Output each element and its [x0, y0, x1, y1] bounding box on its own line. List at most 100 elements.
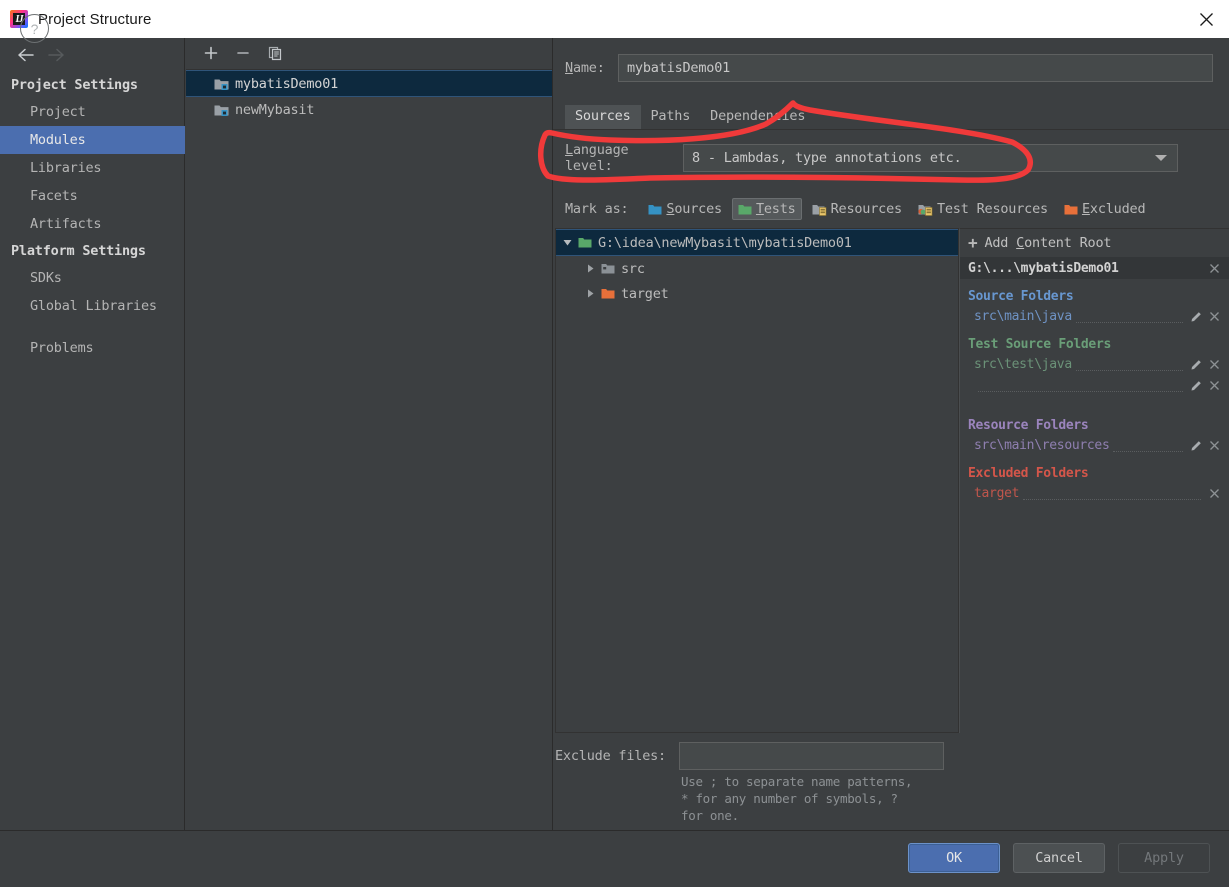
- chevron-right-icon[interactable]: [579, 288, 601, 299]
- navigation-arrows: [0, 38, 185, 72]
- sidebar-item-problems[interactable]: Problems: [0, 334, 185, 362]
- remove-path-button[interactable]: [1205, 311, 1223, 322]
- section-title-excluded-folders: Excluded Folders: [968, 466, 1089, 481]
- remove-content-root-button[interactable]: [1205, 263, 1223, 274]
- path-dots: [978, 380, 1183, 392]
- remove-path-button[interactable]: [1205, 440, 1223, 451]
- mark-as-tests-label: Tests: [755, 201, 796, 217]
- mark-as-tests-button[interactable]: Tests: [731, 198, 802, 220]
- module-name-value: mybatisDemo01: [627, 60, 731, 76]
- tree-row-src[interactable]: src: [556, 256, 958, 281]
- tree-row-label: G:\idea\newMybasit\mybatisDemo01: [598, 234, 852, 251]
- path-dots: [1075, 359, 1183, 371]
- module-item-label: newMybasit: [235, 101, 315, 118]
- mark-as-test-resources-button[interactable]: Test Resources: [912, 198, 1054, 220]
- tree-row-target[interactable]: target: [556, 281, 958, 306]
- remove-path-button[interactable]: [1205, 488, 1223, 499]
- language-level-label: Language level:: [565, 142, 629, 174]
- apply-button[interactable]: Apply: [1118, 843, 1210, 873]
- module-toolbar: [185, 38, 552, 68]
- mark-as-excluded-button[interactable]: Excluded: [1058, 198, 1151, 220]
- module-item-label: mybatisDemo01: [235, 75, 339, 92]
- exclude-files-label: Exclude files:: [555, 748, 666, 764]
- sidebar-group-project-settings: Project Settings: [11, 77, 138, 93]
- sidebar-item-modules[interactable]: Modules: [0, 126, 185, 154]
- close-window-button[interactable]: [1183, 0, 1229, 38]
- chevron-down-icon[interactable]: [556, 237, 578, 248]
- sidebar-item-artifacts[interactable]: Artifacts: [0, 210, 185, 238]
- title-bar: IJ Project Structure: [0, 0, 1229, 38]
- module-name-row: Name: mybatisDemo01: [553, 53, 1229, 83]
- tests-folder-icon: [738, 203, 752, 216]
- sidebar-group-platform-settings: Platform Settings: [11, 243, 146, 259]
- path-row-test-source[interactable]: src\test\java: [960, 354, 1229, 375]
- forward-button[interactable]: [41, 42, 71, 68]
- path-row-excluded[interactable]: target: [960, 483, 1229, 504]
- pencil-icon[interactable]: [1187, 380, 1205, 392]
- remove-path-button[interactable]: [1205, 380, 1223, 391]
- pencil-icon[interactable]: [1187, 440, 1205, 452]
- window-title: Project Structure: [38, 10, 152, 28]
- exclude-files-row: Exclude files:: [553, 741, 1229, 771]
- test-resources-folder-icon: [918, 203, 933, 216]
- sidebar-item-libraries[interactable]: Libraries: [0, 154, 185, 182]
- path-label: src\main\java: [974, 309, 1072, 324]
- green-folder-icon: [578, 236, 592, 249]
- mark-as-resources-button[interactable]: Resources: [806, 198, 908, 220]
- remove-module-button[interactable]: [229, 41, 257, 65]
- mark-as-test-resources-label: Test Resources: [936, 201, 1048, 217]
- pencil-icon[interactable]: [1187, 311, 1205, 323]
- intellij-idea-logo-icon: IJ: [10, 10, 28, 28]
- chevron-right-icon[interactable]: [579, 263, 601, 274]
- mark-as-row: Mark as: Sources Tests Resources Test Re…: [553, 196, 1229, 222]
- back-button[interactable]: [11, 42, 41, 68]
- tab-paths[interactable]: Paths: [641, 105, 701, 129]
- copy-module-button[interactable]: [261, 41, 289, 65]
- settings-nav-list: Project Settings Project Modules Librari…: [0, 72, 185, 362]
- sidebar-item-facets[interactable]: Facets: [0, 182, 185, 210]
- tab-dependencies[interactable]: Dependencies: [700, 105, 815, 129]
- mark-as-resources-label: Resources: [830, 201, 903, 217]
- exclude-files-hint: Use ; to separate name patterns, * for a…: [681, 774, 913, 823]
- section-title-source-folders: Source Folders: [968, 289, 1074, 304]
- module-item-newmybasit[interactable]: newMybasit: [186, 97, 552, 122]
- tree-row-label: target: [621, 285, 669, 302]
- module-item-mybatisdemo01[interactable]: mybatisDemo01: [186, 70, 552, 97]
- plus-icon: +: [968, 233, 978, 252]
- orange-folder-icon: [601, 287, 615, 300]
- add-content-root-button[interactable]: + Add Content Root: [960, 229, 1229, 257]
- tree-row-label: src: [621, 260, 645, 277]
- add-module-button[interactable]: [197, 41, 225, 65]
- tab-sources[interactable]: Sources: [565, 105, 641, 129]
- remove-path-button[interactable]: [1205, 359, 1223, 370]
- exclude-files-input[interactable]: [679, 742, 944, 770]
- path-label: src\test\java: [974, 357, 1072, 372]
- language-level-value: 8 - Lambdas, type annotations etc.: [692, 150, 962, 166]
- content-root-tree: G:\idea\newMybasit\mybatisDemo01 src tar…: [555, 228, 959, 733]
- ok-button[interactable]: OK: [908, 843, 1000, 873]
- sidebar-item-global-libraries[interactable]: Global Libraries: [0, 292, 185, 320]
- content-roots-panel: + Add Content Root G:\...\mybatisDemo01 …: [959, 228, 1229, 733]
- tree-row-content-root[interactable]: G:\idea\newMybasit\mybatisDemo01: [556, 229, 958, 256]
- path-row-source[interactable]: src\main\java: [960, 306, 1229, 327]
- sidebar-item-sdks[interactable]: SDKs: [0, 264, 185, 292]
- path-dots: [1023, 488, 1201, 500]
- sidebar-item-project[interactable]: Project: [0, 98, 185, 126]
- module-name-input[interactable]: mybatisDemo01: [618, 54, 1213, 82]
- module-name-label: Name:: [565, 60, 605, 76]
- mark-as-sources-label: Sources: [666, 201, 722, 217]
- chevron-down-icon: [1155, 155, 1167, 161]
- path-row-resource[interactable]: src\main\resources: [960, 435, 1229, 456]
- path-row-test-source-empty[interactable]: [960, 375, 1229, 396]
- language-level-select[interactable]: 8 - Lambdas, type annotations etc.: [683, 144, 1178, 172]
- pencil-icon[interactable]: [1187, 359, 1205, 371]
- mark-as-excluded-label: Excluded: [1081, 201, 1146, 217]
- section-title-test-source-folders: Test Source Folders: [968, 337, 1112, 352]
- path-dots: [1113, 440, 1183, 452]
- mark-as-sources-button[interactable]: Sources: [642, 198, 728, 220]
- project-structure-dialog: IJ Project Structure Project Settings Pr…: [0, 0, 1229, 887]
- content-root-header: G:\...\mybatisDemo01: [960, 257, 1229, 279]
- cancel-button[interactable]: Cancel: [1013, 843, 1105, 873]
- path-label: target: [974, 486, 1020, 501]
- module-folder-icon: [214, 103, 229, 117]
